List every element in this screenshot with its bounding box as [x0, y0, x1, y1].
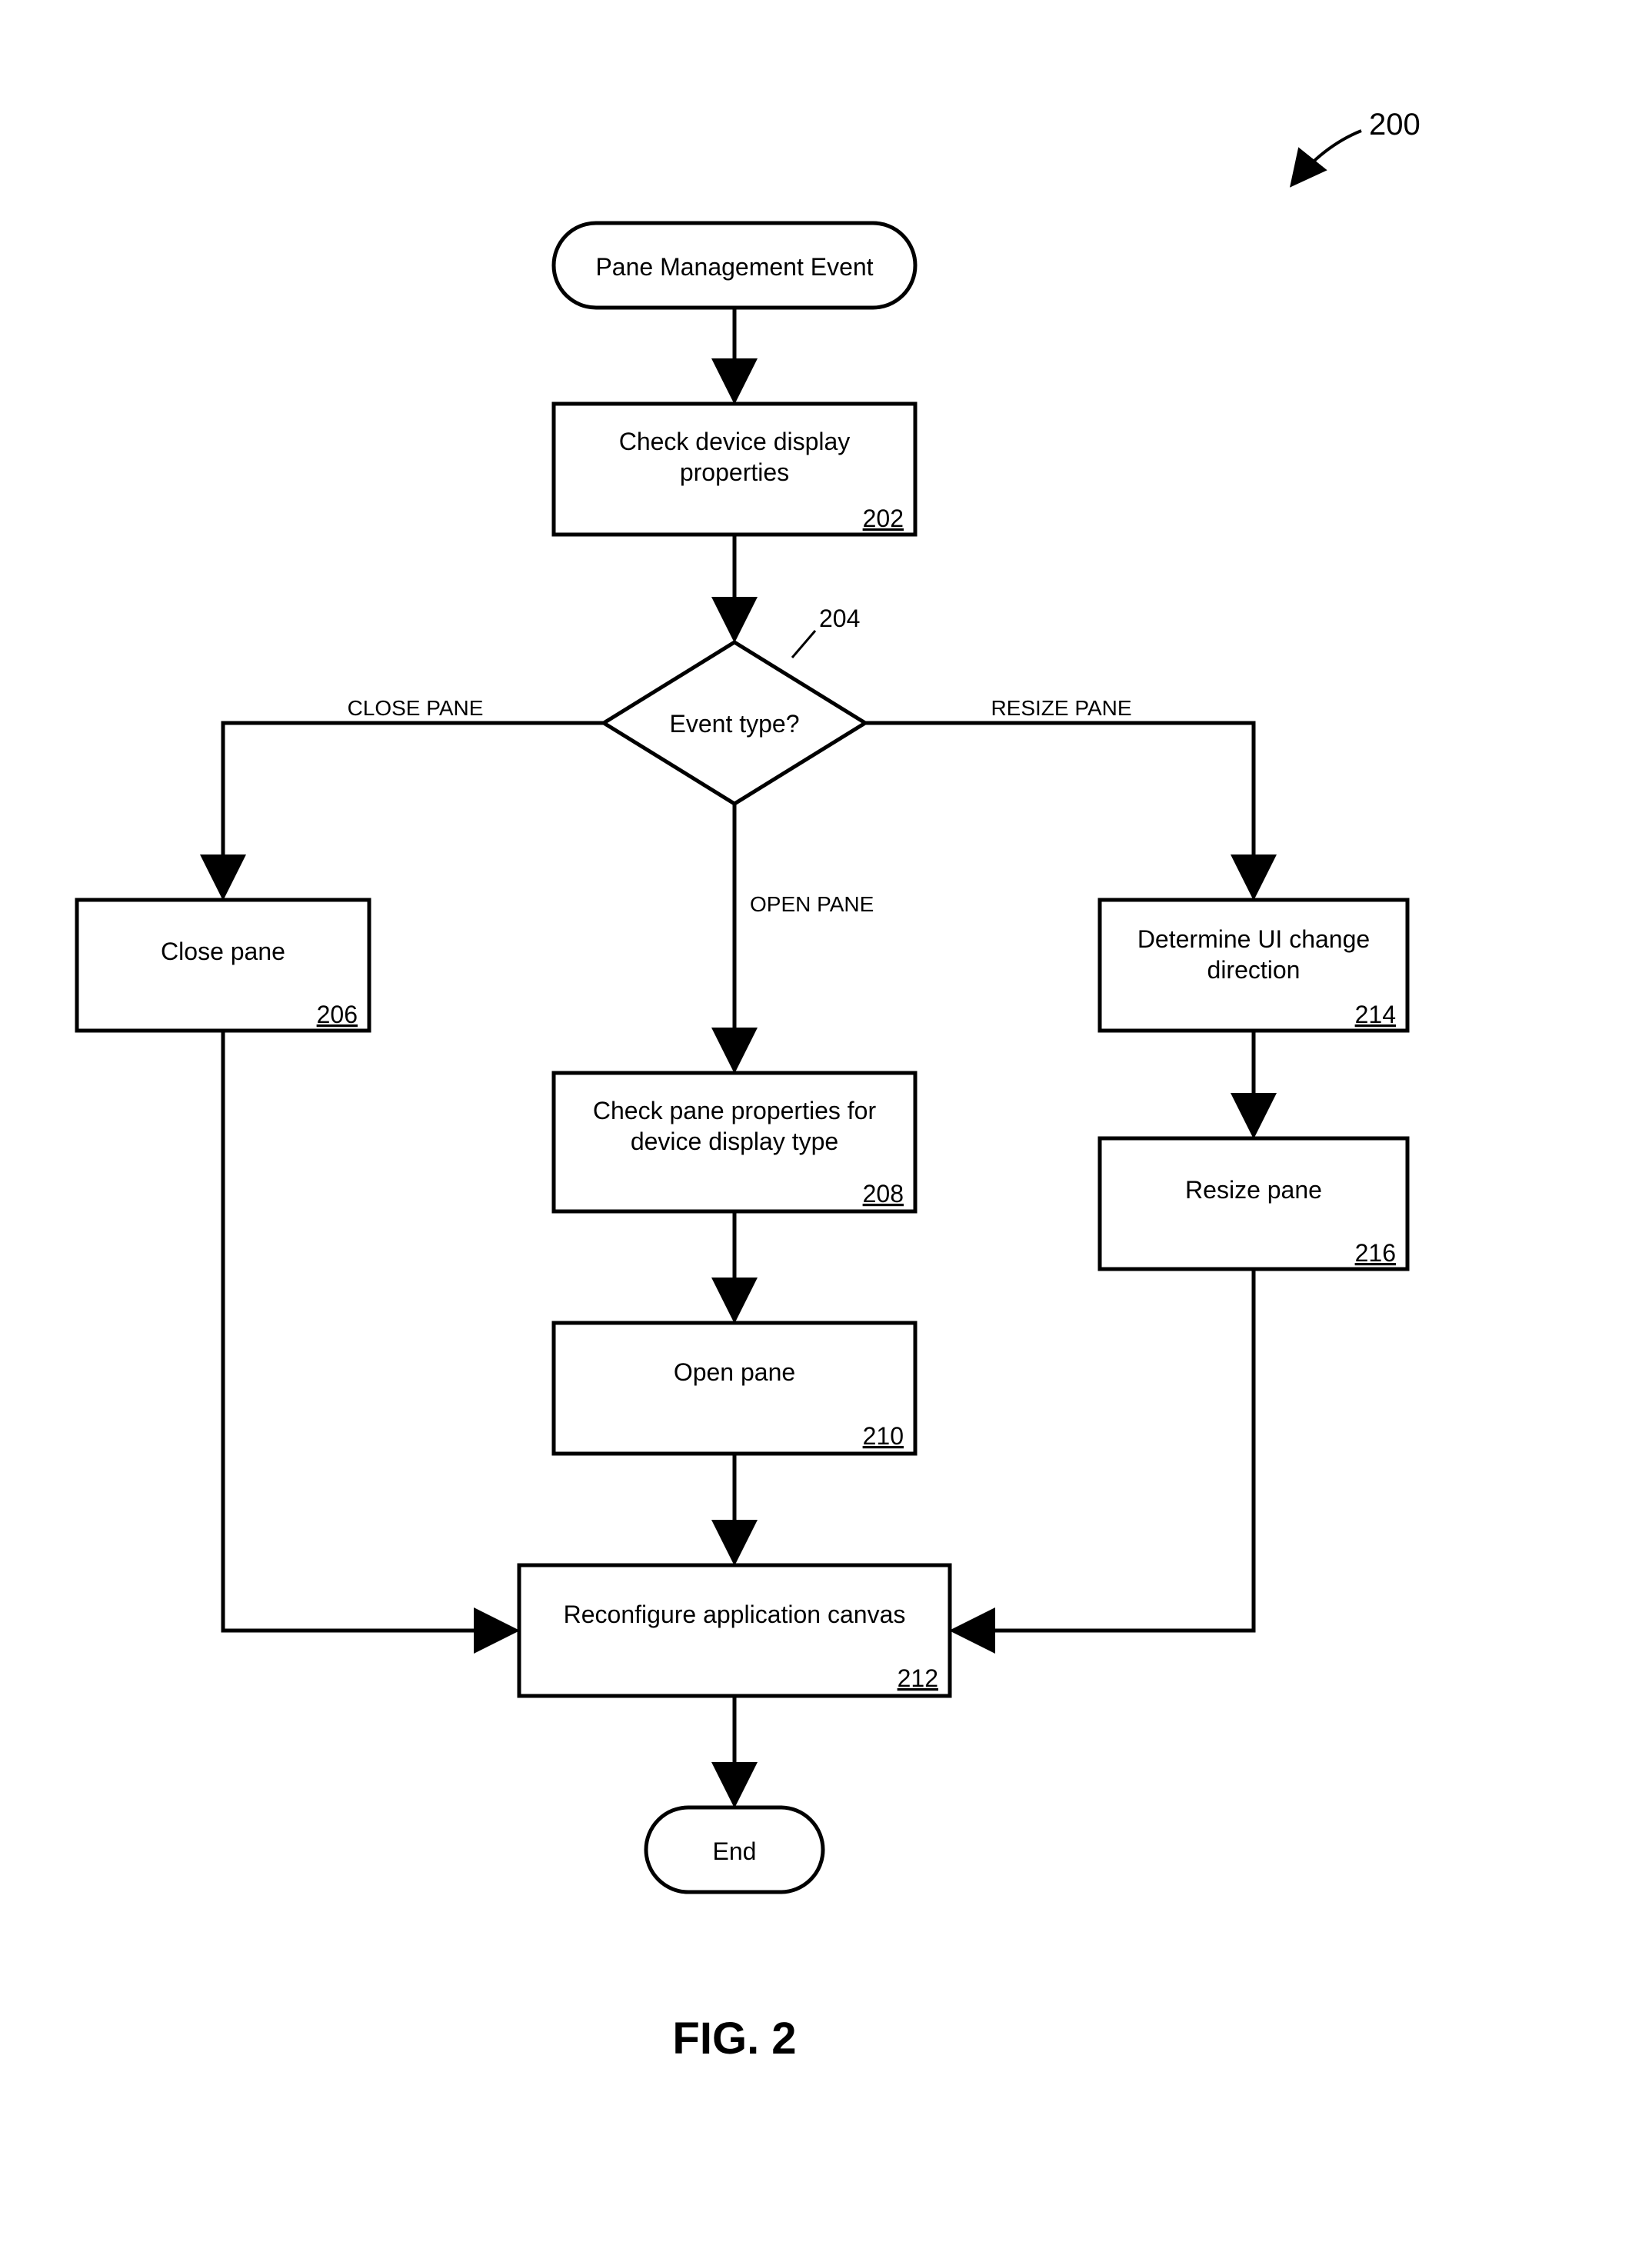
decision-ref-leader: [792, 631, 815, 658]
node-202-ref: 202: [863, 505, 904, 532]
node-216: Resize pane 216: [1100, 1138, 1407, 1269]
edge-206-to-212: [223, 1031, 515, 1631]
node-210: Open pane 210: [554, 1323, 915, 1454]
node-end: End: [646, 1807, 823, 1892]
edge-resize-pane: RESIZE PANE: [865, 696, 1254, 896]
edge-close-pane: CLOSE PANE: [223, 696, 604, 896]
edge-label-open: OPEN PANE: [750, 892, 874, 916]
node-208-text1: Check pane properties for: [593, 1097, 877, 1124]
node-start-label: Pane Management Event: [595, 253, 873, 281]
node-208-text2: device display type: [631, 1128, 838, 1155]
figure-label: FIG. 2: [672, 2014, 796, 2064]
node-212-ref: 212: [898, 1664, 938, 1692]
annotation-leader: [1292, 131, 1361, 185]
node-216-text: Resize pane: [1185, 1176, 1322, 1204]
figure-annotation: 200: [1369, 108, 1421, 142]
node-decision-text: Event type?: [670, 710, 800, 738]
node-208: Check pane properties for device display…: [554, 1073, 915, 1211]
node-206-text: Close pane: [161, 938, 285, 965]
node-202: Check device display properties 202: [554, 404, 915, 535]
node-206-ref: 206: [317, 1001, 358, 1028]
node-214-text1: Determine UI change: [1137, 925, 1370, 953]
node-decision-ref: 204: [819, 605, 860, 632]
edge-216-to-212: [954, 1269, 1254, 1631]
node-214: Determine UI change direction 214: [1100, 900, 1407, 1031]
node-start: Pane Management Event: [554, 223, 915, 308]
node-210-ref: 210: [863, 1422, 904, 1450]
node-214-ref: 214: [1355, 1001, 1396, 1028]
node-202-text2: properties: [680, 458, 789, 486]
node-210-text: Open pane: [674, 1358, 795, 1386]
node-202-text1: Check device display: [619, 428, 851, 455]
node-216-ref: 216: [1355, 1239, 1396, 1267]
node-212-text: Reconfigure application canvas: [564, 1601, 906, 1628]
node-212: Reconfigure application canvas 212: [519, 1565, 950, 1696]
edge-label-close: CLOSE PANE: [348, 696, 484, 720]
edge-open-pane: OPEN PANE: [734, 804, 874, 1069]
edge-label-resize: RESIZE PANE: [991, 696, 1131, 720]
node-decision: Event type?: [604, 642, 865, 804]
node-end-label: End: [713, 1837, 757, 1865]
node-208-ref: 208: [863, 1180, 904, 1208]
flowchart-figure: 200 Pane Management Event Check device d…: [0, 0, 1652, 2252]
node-206: Close pane 206: [77, 900, 369, 1031]
node-214-text2: direction: [1207, 956, 1301, 984]
